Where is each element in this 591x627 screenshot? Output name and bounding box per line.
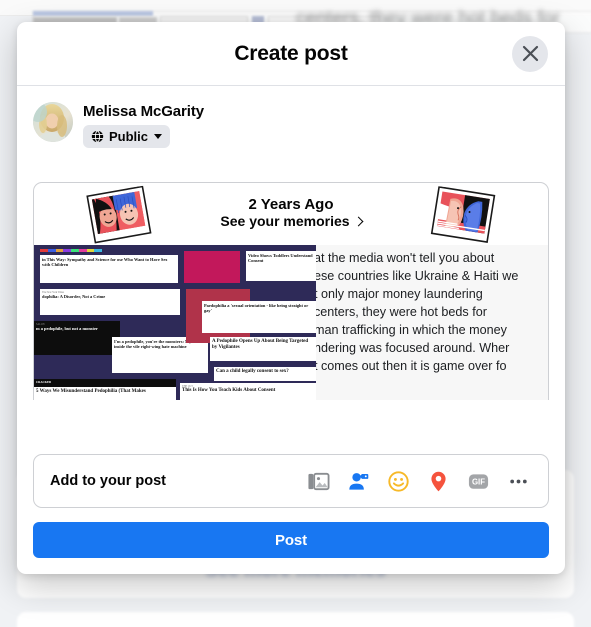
chevron-right-icon bbox=[353, 216, 364, 227]
collage-clipping-headline: Paedophilia a 'sexual orientation - like… bbox=[204, 302, 309, 314]
photo-video-icon bbox=[307, 472, 329, 490]
add-to-post-label: Add to your post bbox=[50, 473, 166, 489]
collage-clipping: in This Way: Sympathy and Science for os… bbox=[40, 255, 178, 283]
post-text-line: at the media won't tell you about bbox=[316, 251, 495, 265]
avatar[interactable] bbox=[33, 102, 73, 142]
add-to-post-bar: Add to your post GIF bbox=[33, 454, 549, 508]
memory-card-text: 2 Years Ago See your memories bbox=[220, 195, 364, 233]
collage-clipping: SALON m a pedophile, but not a monster bbox=[34, 321, 120, 355]
attachment-image[interactable]: in This Way: Sympathy and Science for os… bbox=[34, 245, 548, 400]
tag-people-button[interactable] bbox=[340, 463, 376, 499]
post-text-line: t comes out then it is game over fo bbox=[316, 359, 507, 373]
submit-area: Post bbox=[17, 508, 565, 574]
collage-clipping-headline: dophilia: A Disorder, Not a Crime bbox=[42, 293, 106, 299]
dialog-header: Create post bbox=[17, 22, 565, 86]
collage-clipping: A Pedophile Opens Up About Being Targete… bbox=[210, 337, 316, 361]
memory-attachment-card: 2 Years Ago See your memories in This Wa… bbox=[33, 182, 549, 400]
collage-colorbar bbox=[40, 249, 102, 252]
background-tab-highlight bbox=[33, 11, 153, 16]
collage-clipping: CRACKED bbox=[34, 379, 176, 387]
attachment-post-text: at the media won't tell you about ese co… bbox=[316, 245, 548, 400]
collage-clipping: Video Shows Toddlers Understand Consent bbox=[246, 251, 316, 281]
see-your-memories-link[interactable]: See your memories bbox=[220, 213, 364, 230]
globe-icon bbox=[91, 130, 104, 143]
more-options-icon bbox=[509, 479, 527, 483]
post-text-line: ndering was focused around. Wher bbox=[316, 341, 510, 355]
collage-clipping-headline: Video Shows Toddlers Understand Consent bbox=[248, 252, 313, 264]
audience-label: Public bbox=[109, 129, 149, 144]
collage-clipping: Can a child legally consent to sex? bbox=[214, 367, 316, 381]
post-text-line: man trafficking in which the money bbox=[316, 323, 507, 337]
check-in-location-button[interactable] bbox=[420, 463, 456, 499]
see-your-memories-label: See your memories bbox=[220, 213, 350, 230]
post-text-line: t only major money laundering bbox=[316, 287, 483, 301]
svg-text:GIF: GIF bbox=[471, 477, 484, 486]
collage-clipping-headline: This Is How You Teach Kids About Consent bbox=[182, 387, 276, 393]
author-name: Melissa McGarity bbox=[83, 103, 204, 120]
collage-clipping-source: CRACKED bbox=[36, 379, 52, 384]
dialog-title: Create post bbox=[234, 41, 348, 65]
collage-clipping-headline: A Pedophile Opens Up About Being Targete… bbox=[212, 338, 309, 350]
collage-clipping: The New York Times dophilia: A Disorder,… bbox=[40, 289, 180, 315]
memory-card-header: 2 Years Ago See your memories bbox=[34, 183, 548, 245]
collage-clipping: THE CUT This Is How You Teach Kids About… bbox=[180, 383, 316, 400]
post-button[interactable]: Post bbox=[33, 522, 549, 558]
news-collage: in This Way: Sympathy and Science for os… bbox=[34, 245, 316, 400]
avatar-image bbox=[33, 102, 73, 142]
collage-clipping: 5 Ways We Misunderstand Pedophilia (That… bbox=[34, 387, 176, 400]
add-to-post-actions: GIF bbox=[300, 463, 536, 499]
post-text-line: ese countries like Ukraine & Haiti we bbox=[316, 269, 519, 283]
background-lower-card bbox=[17, 612, 574, 627]
author-meta: Melissa McGarity Public bbox=[83, 102, 204, 148]
collage-clipping-headline: in This Way: Sympathy and Science for os… bbox=[42, 256, 168, 268]
close-icon bbox=[522, 45, 538, 62]
collage-clipping-headline: Can a child legally consent to sex? bbox=[216, 368, 289, 374]
more-options-button[interactable] bbox=[500, 463, 536, 499]
collage-clipping-headline: m a pedophile, but not a monster bbox=[36, 325, 98, 331]
memories-photo-right-icon bbox=[429, 186, 496, 244]
gif-button[interactable]: GIF bbox=[460, 463, 496, 499]
memories-photo-left-icon bbox=[85, 185, 153, 244]
post-text-line: centers, they were hot beds for bbox=[316, 305, 487, 319]
collage-clipping: Paedophilia a 'sexual orientation - like… bbox=[202, 301, 316, 333]
feeling-activity-button[interactable] bbox=[380, 463, 416, 499]
author-row: Melissa McGarity Public bbox=[33, 102, 549, 148]
feeling-activity-icon bbox=[387, 470, 409, 492]
close-button[interactable] bbox=[512, 35, 548, 72]
chevron-down-icon bbox=[154, 134, 163, 139]
photo-video-button[interactable] bbox=[300, 463, 336, 499]
tag-people-icon bbox=[348, 472, 368, 490]
collage-clipping bbox=[184, 251, 240, 283]
memory-years-label: 2 Years Ago bbox=[248, 195, 334, 213]
collage-clipping-headline: 5 Ways We Misunderstand Pedophilia (That… bbox=[36, 388, 146, 394]
dialog-body: Melissa McGarity Public 2 Years Ago See … bbox=[17, 86, 565, 440]
check-in-location-icon bbox=[430, 471, 446, 491]
gif-icon: GIF bbox=[468, 473, 488, 489]
audience-selector[interactable]: Public bbox=[83, 125, 171, 148]
create-post-dialog: Create post Melissa McGarity Public 2 Ye… bbox=[17, 22, 565, 574]
